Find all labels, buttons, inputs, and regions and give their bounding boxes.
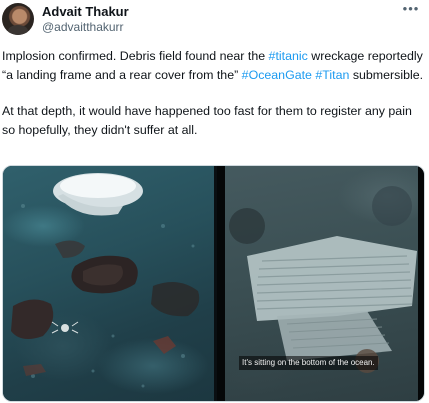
tweet-text-part: submersible. <box>349 67 424 82</box>
media-image-left[interactable] <box>3 166 214 401</box>
tweet-paragraph-1: Implosion confirmed. Debris field found … <box>2 47 426 84</box>
media-grid: It's sitting on the bottom of the ocean. <box>2 165 425 402</box>
tweet-card: Advait Thakur @advaitthakurr ••• Implosi… <box>0 0 429 403</box>
author-name[interactable]: Advait Thakur <box>42 4 129 20</box>
avatar[interactable] <box>2 3 34 35</box>
media-image-right[interactable]: It's sitting on the bottom of the ocean. <box>217 166 424 401</box>
tweet-paragraph-2: At that depth, it would have happened to… <box>2 104 412 137</box>
video-caption: It's sitting on the bottom of the ocean. <box>239 356 378 370</box>
hashtag-oceangate[interactable]: #OceanGate <box>242 68 312 82</box>
seafloor-debris-illustration <box>11 173 200 388</box>
hashtag-titanic[interactable]: #titanic <box>269 49 308 63</box>
hashtag-titan[interactable]: #Titan <box>315 68 349 82</box>
author-handle[interactable]: @advaitthakurr <box>42 20 124 35</box>
video-letterbox <box>217 166 225 401</box>
video-letterbox <box>418 166 424 401</box>
more-horizontal-icon[interactable]: ••• <box>401 2 421 18</box>
tweet-text: Implosion confirmed. Debris field found … <box>2 47 426 139</box>
tweet-text-part: Implosion confirmed. Debris field found … <box>2 49 269 63</box>
